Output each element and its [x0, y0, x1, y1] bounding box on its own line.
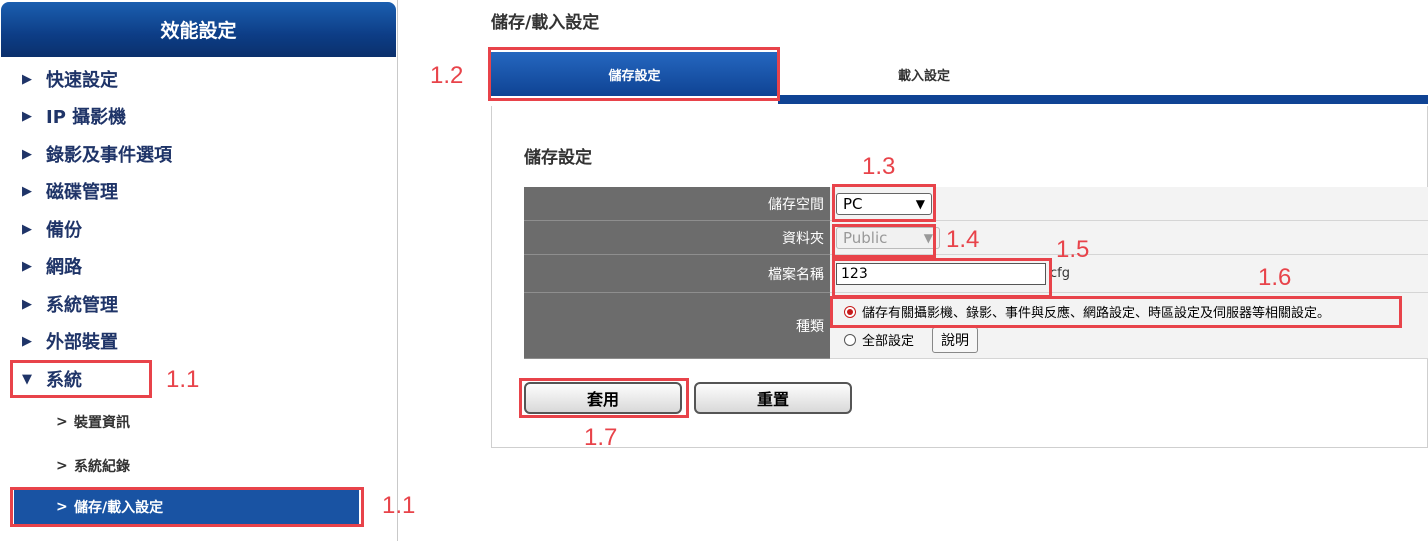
annotation-box-tab	[488, 47, 780, 101]
sidebar-item-label: IP 攝影機	[46, 107, 127, 128]
annotation-label: 1.1	[382, 492, 416, 519]
reset-button[interactable]: 重置	[694, 382, 852, 414]
sidebar-subitem-label: 系統紀錄	[74, 459, 130, 475]
sidebar-subitem-system-log[interactable]: > 系統紀錄	[56, 451, 130, 481]
expand-arrow-icon: ▶	[22, 221, 32, 237]
annotation-box-system	[10, 360, 152, 398]
annotation-label: 1.7	[584, 424, 618, 451]
sidebar-item-network[interactable]: ▶ 網路	[22, 249, 82, 283]
sidebar-item-system-management[interactable]: ▶ 系統管理	[22, 287, 118, 321]
annotation-box-save-load	[10, 487, 364, 527]
tab-underline	[778, 95, 1428, 104]
page-title: 儲存/載入設定	[491, 13, 600, 33]
storage-label: 儲存空間	[524, 187, 830, 221]
chevron-right-icon: >	[56, 458, 68, 474]
sidebar-item-label: 錄影及事件選項	[46, 145, 172, 166]
sidebar-item-disk-management[interactable]: ▶ 磁碟管理	[22, 174, 118, 208]
storage-row: 儲存空間 PC ▼	[524, 187, 1428, 221]
sidebar-item-recording-events[interactable]: ▶ 錄影及事件選項	[22, 137, 172, 171]
sidebar-item-label: 外部裝置	[46, 332, 118, 353]
filename-label: 檔案名稱	[524, 255, 830, 293]
sidebar-item-ip-camera[interactable]: ▶ IP 攝影機	[22, 99, 126, 133]
annotation-box-folder	[832, 224, 936, 258]
sidebar-item-external-devices[interactable]: ▶ 外部裝置	[22, 324, 118, 358]
radio-unselected-icon[interactable]	[844, 333, 856, 346]
annotation-label: 1.3	[862, 153, 896, 180]
annotation-box-type	[830, 296, 1402, 328]
sidebar-item-label: 備份	[46, 220, 82, 241]
annotation-label: 1.1	[166, 366, 200, 393]
annotation-label: 1.6	[1258, 264, 1292, 291]
annotation-label: 1.5	[1056, 236, 1090, 263]
expand-arrow-icon: ▶	[22, 108, 32, 124]
type-option-all-label: 全部設定	[862, 334, 915, 349]
sidebar: 效能設定 ▶ 快速設定 ▶ IP 攝影機 ▶ 錄影及事件選項 ▶ 磁碟管理 ▶ …	[0, 0, 398, 541]
annotation-box-filename	[832, 258, 1052, 298]
chevron-right-icon: >	[56, 414, 68, 430]
tab-load-settings[interactable]: 載入設定	[809, 52, 1039, 96]
expand-arrow-icon: ▶	[22, 183, 32, 199]
section-title: 儲存設定	[524, 148, 592, 168]
annotation-label: 1.4	[946, 226, 980, 253]
expand-arrow-icon: ▶	[22, 71, 32, 87]
sidebar-item-label: 網路	[46, 257, 82, 278]
sidebar-item-label: 系統管理	[46, 295, 118, 316]
annotation-label: 1.2	[430, 62, 464, 89]
sidebar-subitem-device-info[interactable]: > 裝置資訊	[56, 407, 130, 437]
sidebar-item-backup[interactable]: ▶ 備份	[22, 212, 82, 246]
expand-arrow-icon: ▶	[22, 146, 32, 162]
expand-arrow-icon: ▶	[22, 296, 32, 312]
expand-arrow-icon: ▶	[22, 258, 32, 274]
sidebar-subitem-label: 裝置資訊	[74, 415, 130, 431]
sidebar-title: 效能設定	[1, 2, 396, 57]
sidebar-item-quick-setup[interactable]: ▶ 快速設定	[22, 62, 118, 96]
sidebar-item-label: 快速設定	[46, 70, 118, 91]
folder-label: 資料夾	[524, 221, 830, 255]
explain-button[interactable]: 說明	[932, 326, 979, 353]
expand-arrow-icon: ▶	[22, 333, 32, 349]
annotation-box-apply	[519, 378, 689, 418]
annotation-box-storage	[832, 184, 936, 222]
type-label: 種類	[524, 293, 830, 359]
sidebar-item-label: 磁碟管理	[46, 182, 118, 203]
type-option-all[interactable]: 全部設定 說明	[844, 326, 979, 354]
filename-extension: cfg	[1050, 266, 1070, 281]
